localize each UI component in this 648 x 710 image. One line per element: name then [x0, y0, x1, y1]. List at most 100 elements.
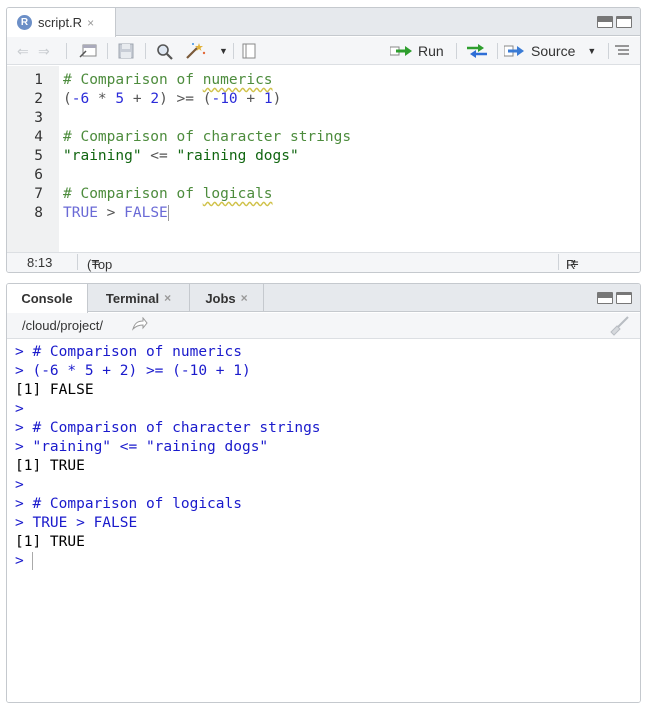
status-divider: [77, 254, 78, 270]
rerun-icon[interactable]: [465, 42, 489, 60]
code-line: (-6 * 5 + 2) >= (-10 + 1): [63, 90, 281, 109]
maximize-icon[interactable]: [616, 16, 632, 28]
source-button[interactable]: Source ▼: [504, 42, 596, 60]
back-arrow-icon[interactable]: ⇐: [17, 42, 29, 60]
editor-status-bar: 8:13 (Top Level) ≑ R Script ≑: [7, 252, 640, 272]
cursor-position: 8:13: [27, 255, 53, 270]
console-tab-bar: Console Terminal × Jobs ×: [7, 284, 640, 313]
line-number-gutter: 1 2 3 4 5 6 7 8: [7, 66, 59, 253]
close-icon[interactable]: ×: [241, 291, 248, 305]
code-token: >: [97, 205, 125, 221]
toolbar-divider: [608, 43, 609, 59]
code-token: FALSE: [124, 205, 168, 221]
console-text: > "raining" <= "raining dogs": [15, 439, 269, 455]
chevron-down-icon[interactable]: ▼: [587, 46, 596, 56]
code-token: -10: [211, 91, 238, 107]
clear-console-icon[interactable]: [608, 316, 630, 339]
console-output-line: [1] TRUE: [15, 533, 85, 552]
toolbar-divider: [145, 43, 146, 59]
code-line: # Comparison of character strings: [63, 128, 351, 147]
source-editor-pane: R script.R × ⇐ ⇒ ▼ Run Source ▼ 1 2 3 4 …: [6, 7, 641, 273]
go-to-directory-icon[interactable]: [131, 316, 148, 334]
code-token: -6: [71, 91, 90, 107]
console-input-line: >: [15, 552, 34, 571]
console-text: >: [15, 401, 24, 417]
tab-title: script.R: [38, 15, 83, 30]
tab-terminal[interactable]: Terminal ×: [88, 284, 190, 312]
filetype-arrow-icon: ≑: [570, 258, 580, 270]
search-icon[interactable]: [156, 42, 173, 60]
document-outline-icon[interactable]: [614, 42, 630, 60]
minimize-icon[interactable]: [597, 292, 613, 304]
console-output-line: [1] FALSE: [15, 381, 94, 400]
maximize-icon[interactable]: [616, 292, 632, 304]
forward-arrow-icon[interactable]: ⇒: [38, 42, 50, 60]
code-token: ): [272, 91, 282, 107]
magic-wand-icon[interactable]: [185, 42, 207, 60]
line-number: 1: [34, 72, 43, 88]
console-output-line: [1] TRUE: [15, 457, 85, 476]
code-line: # Comparison of numerics: [63, 71, 273, 90]
code-token: +: [124, 91, 151, 107]
code-line: # Comparison of logicals: [63, 185, 273, 204]
run-button[interactable]: Run: [390, 42, 444, 60]
text-cursor: [167, 205, 169, 221]
code-editor[interactable]: # Comparison of numerics (-6 * 5 + 2) >= …: [59, 66, 640, 253]
console-input-line: > TRUE > FALSE: [15, 514, 137, 533]
code-token: (: [63, 91, 72, 107]
r-file-icon: R: [17, 15, 32, 30]
console-input-line: >: [15, 476, 24, 495]
console-text: [1] TRUE: [15, 458, 85, 474]
line-number: 8: [34, 205, 43, 221]
code-token: # Comparison of: [63, 186, 203, 202]
console-text: > (-6 * 5 + 2) >= (-10 + 1): [15, 363, 251, 379]
tab-script-r[interactable]: R script.R ×: [7, 8, 116, 37]
line-number: 2: [34, 91, 43, 107]
toolbar-divider: [456, 43, 457, 59]
window-controls: [597, 292, 632, 304]
close-icon[interactable]: ×: [164, 291, 171, 305]
code-token: TRUE: [63, 205, 98, 221]
code-token: numerics: [202, 72, 273, 88]
show-in-window-icon[interactable]: [79, 42, 97, 60]
console-text: > # Comparison of numerics: [15, 344, 242, 360]
code-token: # Comparison of: [63, 72, 203, 88]
code-token: <=: [141, 148, 177, 164]
window-controls: [597, 16, 632, 28]
tab-jobs[interactable]: Jobs ×: [190, 284, 264, 312]
source-label: Source: [531, 43, 576, 59]
line-number: 5: [34, 148, 43, 164]
tab-label: Terminal: [105, 290, 160, 306]
code-token: "raining": [63, 148, 142, 164]
console-pane: Console Terminal × Jobs × /cloud/project…: [6, 283, 641, 703]
run-arrow-icon: [390, 46, 412, 56]
code-token: 5: [115, 91, 125, 107]
code-token: 2: [150, 91, 160, 107]
code-token: +: [237, 91, 264, 107]
tab-console[interactable]: Console: [7, 284, 88, 313]
save-icon[interactable]: [118, 42, 134, 60]
minimize-icon[interactable]: [597, 16, 613, 28]
status-divider: [558, 254, 559, 270]
console-input-line: > # Comparison of character strings: [15, 419, 321, 438]
working-directory-bar: /cloud/project/: [7, 313, 640, 339]
console-text: > # Comparison of character strings: [15, 420, 321, 436]
console-input-line: > # Comparison of logicals: [15, 495, 242, 514]
run-label: Run: [418, 43, 444, 59]
line-number: 4: [34, 129, 43, 145]
code-token: 1: [263, 91, 273, 107]
source-arrow-icon: [504, 45, 524, 57]
line-number: 3: [34, 110, 43, 126]
console-text: >: [15, 553, 33, 569]
tab-label: Jobs: [205, 290, 236, 306]
toolbar-divider: [233, 43, 234, 59]
line-number: 6: [34, 167, 43, 183]
console-output[interactable]: > # Comparison of numerics > (-6 * 5 + 2)…: [7, 340, 640, 702]
toolbar-divider: [66, 43, 67, 59]
close-icon[interactable]: ×: [87, 16, 94, 30]
code-line: "raining" <= "raining dogs": [63, 147, 299, 166]
console-text: >: [15, 477, 24, 493]
console-input-line: > (-6 * 5 + 2) >= (-10 + 1): [15, 362, 251, 381]
compile-report-icon[interactable]: [242, 42, 256, 60]
chevron-down-icon[interactable]: ▼: [219, 42, 228, 60]
